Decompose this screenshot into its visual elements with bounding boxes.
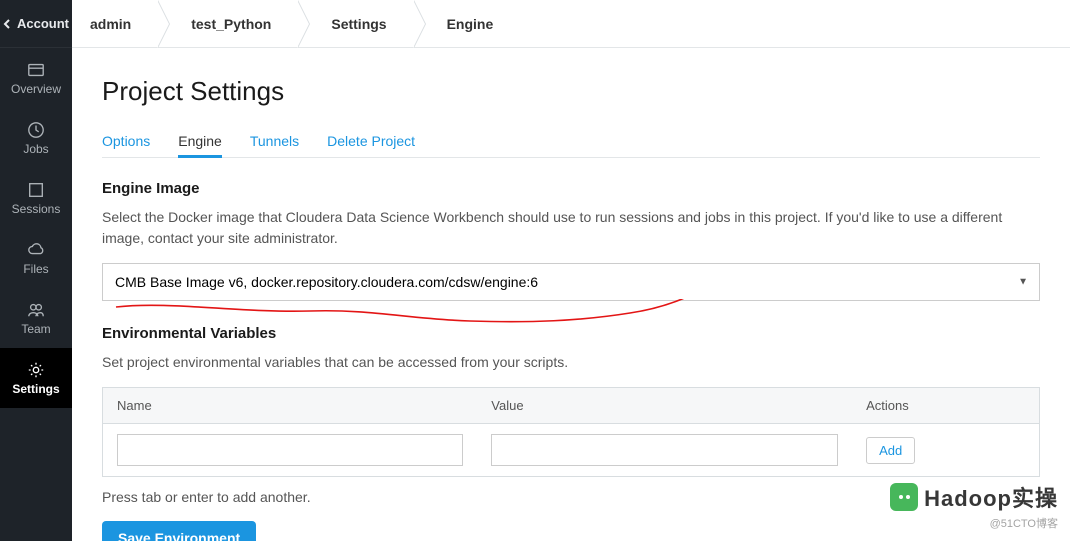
- sidebar-item-overview[interactable]: Overview: [0, 48, 72, 108]
- engine-image-title: Engine Image: [102, 180, 1040, 197]
- tab-options[interactable]: Options: [102, 125, 150, 157]
- engine-image-select[interactable]: CMB Base Image v6, docker.repository.clo…: [102, 263, 1040, 301]
- chevron-left-icon: [3, 19, 13, 29]
- square-icon: [27, 181, 45, 199]
- cloud-icon: [27, 241, 45, 259]
- wechat-icon: [890, 483, 918, 511]
- sidebar-item-sessions[interactable]: Sessions: [0, 168, 72, 228]
- col-value: Value: [477, 388, 852, 424]
- breadcrumb-item[interactable]: Engine: [413, 0, 520, 47]
- env-variables-description: Set project environmental variables that…: [102, 352, 1040, 373]
- col-actions: Actions: [852, 388, 1039, 424]
- watermark-text: Hadoop实操: [924, 481, 1058, 513]
- gear-icon: [27, 361, 45, 379]
- sidebar-item-team[interactable]: Team: [0, 288, 72, 348]
- clock-icon: [27, 121, 45, 139]
- people-icon: [27, 301, 45, 319]
- sidebar-item-settings[interactable]: Settings: [0, 348, 72, 408]
- sidebar: Account Overview Jobs Sessions Files Team Set…: [0, 0, 72, 541]
- sidebar-item-files[interactable]: Files: [0, 228, 72, 288]
- tab-tunnels[interactable]: Tunnels: [250, 125, 299, 157]
- sidebar-item-jobs[interactable]: Jobs: [0, 108, 72, 168]
- account-label: Account: [17, 16, 69, 31]
- page-title: Project Settings: [102, 76, 1040, 107]
- sidebar-item-label: Overview: [11, 82, 61, 96]
- add-button[interactable]: Add: [866, 437, 915, 464]
- sidebar-item-label: Sessions: [12, 202, 61, 216]
- env-value-input[interactable]: [491, 434, 838, 466]
- env-variables-title: Environmental Variables: [102, 325, 1040, 342]
- sidebar-item-label: Team: [21, 322, 50, 336]
- breadcrumb-item[interactable]: test_Python: [157, 0, 297, 47]
- content: Project Settings Options Engine Tunnels Del…: [72, 48, 1070, 541]
- account-link[interactable]: Account: [0, 0, 72, 48]
- sidebar-item-label: Jobs: [23, 142, 48, 156]
- engine-image-description: Select the Docker image that Cloudera Da…: [102, 207, 1040, 249]
- sidebar-item-label: Settings: [12, 382, 59, 396]
- env-name-input[interactable]: [117, 434, 463, 466]
- breadcrumb: admintest_PythonSettingsEngine: [72, 0, 1070, 48]
- table-row: Add: [103, 424, 1040, 477]
- breadcrumb-item[interactable]: Settings: [297, 0, 412, 47]
- watermark-sub: @51CTO博客: [990, 515, 1058, 531]
- col-name: Name: [103, 388, 478, 424]
- save-environment-button[interactable]: Save Environment: [102, 521, 256, 541]
- card-icon: [27, 61, 45, 79]
- breadcrumb-item[interactable]: admin: [72, 0, 157, 47]
- tab-engine[interactable]: Engine: [178, 125, 222, 157]
- watermark: Hadoop实操 @51CTO博客: [890, 481, 1058, 531]
- tabs: Options Engine Tunnels Delete Project: [102, 125, 1040, 158]
- main: admintest_PythonSettingsEngine Project S…: [72, 0, 1070, 541]
- engine-image-section: Engine Image Select the Docker image tha…: [102, 180, 1040, 301]
- sidebar-item-label: Files: [23, 262, 48, 276]
- env-variables-table: Name Value Actions Add: [102, 387, 1040, 477]
- tab-delete-project[interactable]: Delete Project: [327, 125, 415, 157]
